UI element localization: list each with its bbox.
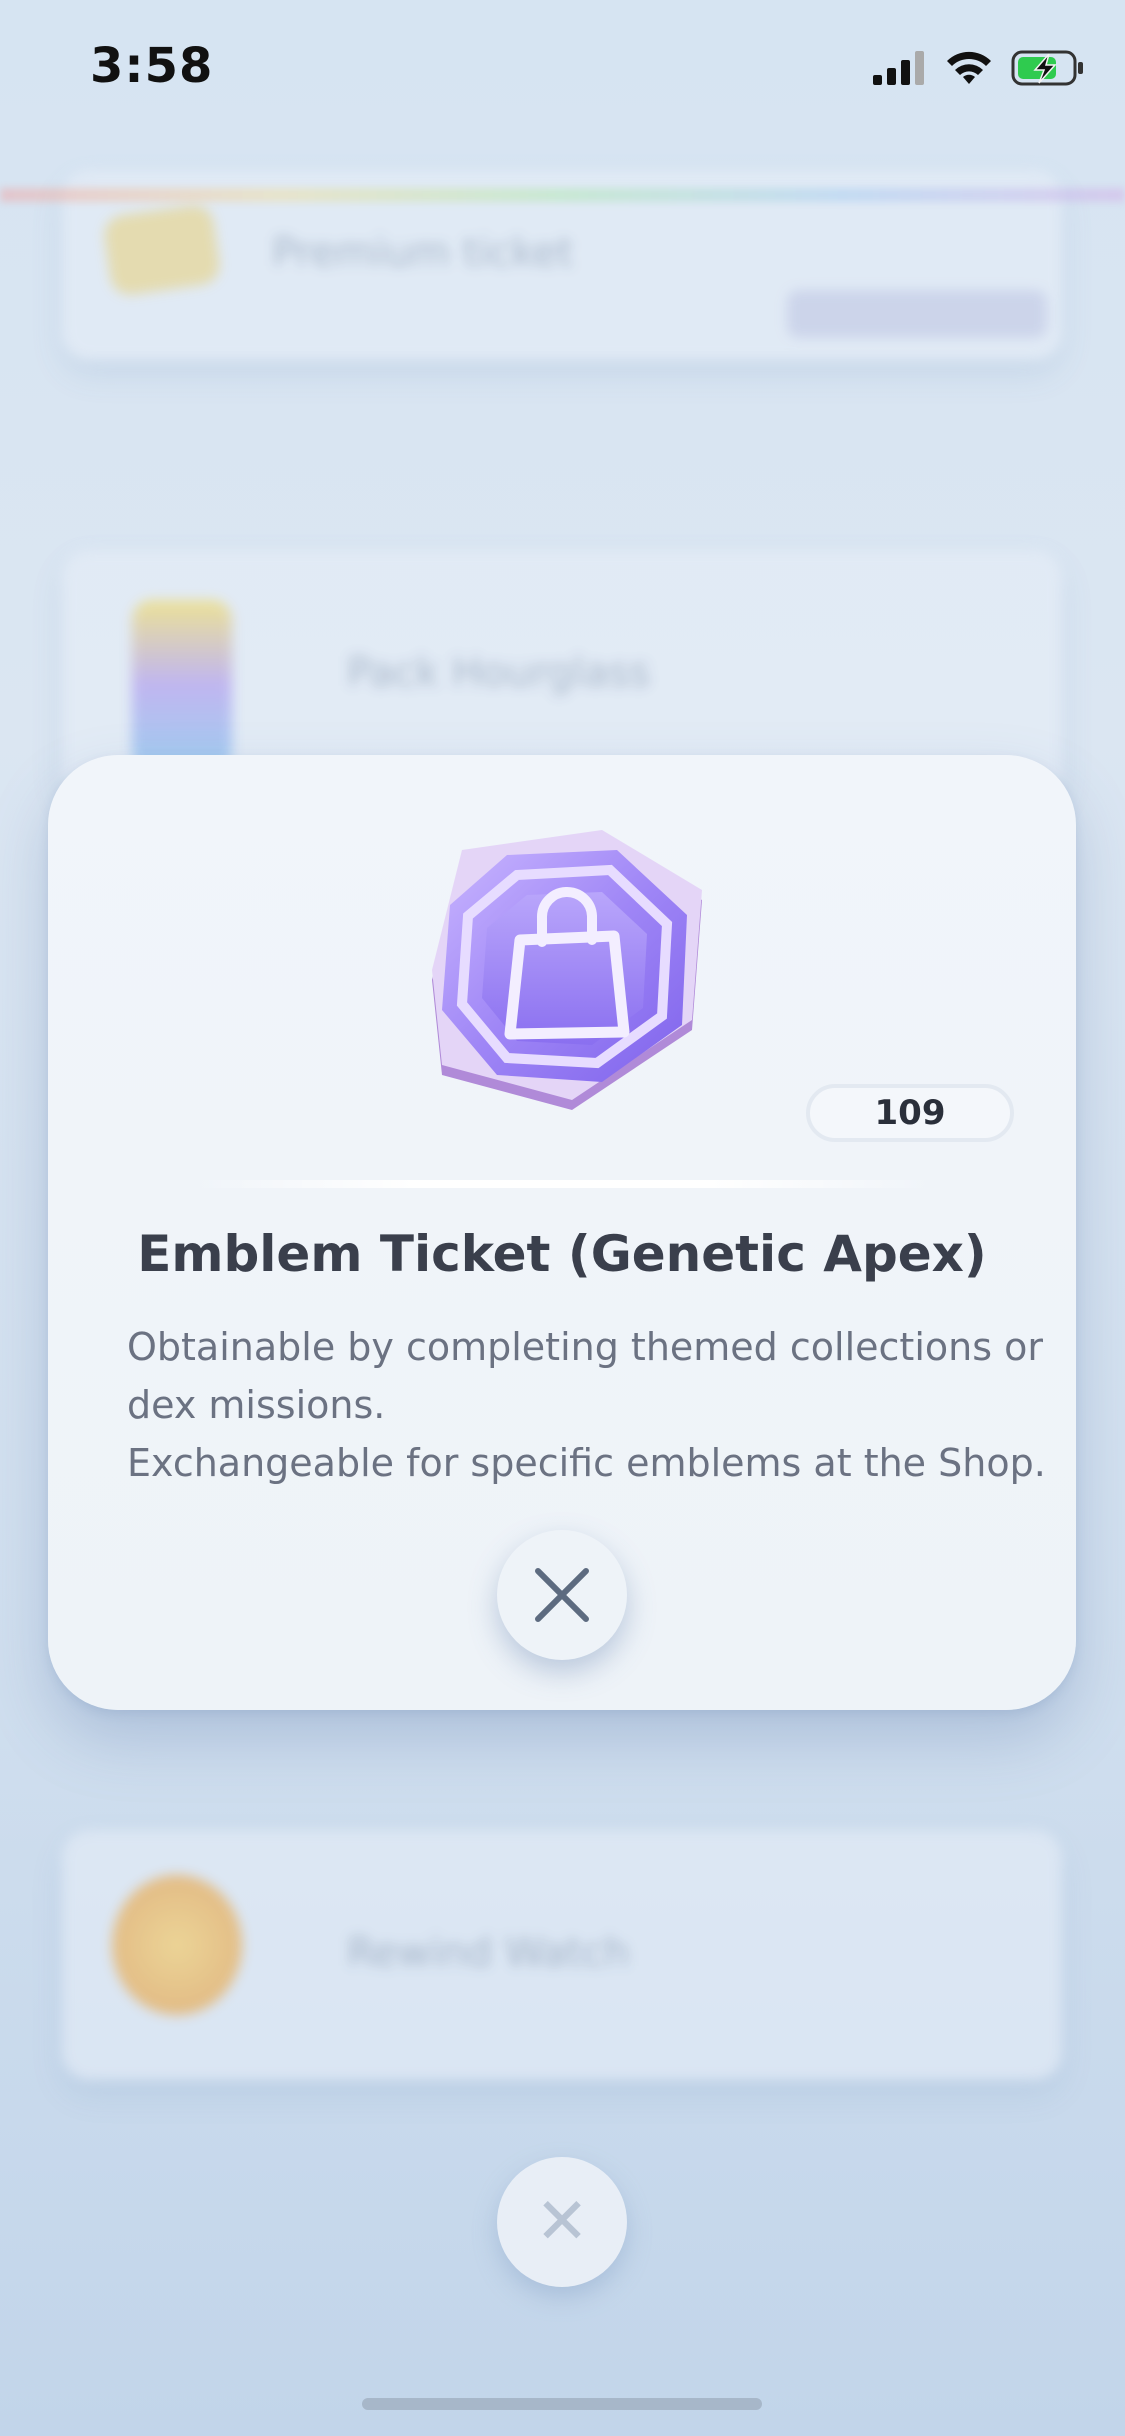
list-item-label: Premium ticket [272,230,574,276]
modal-divider [190,1180,935,1188]
emblem-ticket-shopping-bag-icon [432,830,702,1110]
list-item-label: Rewind Watch [347,1930,630,1976]
status-icons [873,50,1085,86]
premium-ticket-icon [101,202,223,298]
bg-progress-bar [787,290,1047,338]
rewind-watch-icon [112,1875,242,2015]
status-bar: 3:58 [0,0,1125,140]
status-time: 3:58 [90,38,214,94]
list-item-label: Pack Hourglass [347,650,651,696]
wifi-icon [947,51,991,84]
item-count-badge: 109 [806,1084,1014,1142]
header-divider [0,188,1125,202]
item-description: Obtainable by completing themed collecti… [127,1318,1046,1492]
description-line: Obtainable by completing themed collecti… [127,1325,1043,1369]
home-indicator[interactable] [362,2398,762,2410]
close-icon [535,1568,589,1622]
list-item-rewind-watch: Rewind Watch [62,1830,1062,2080]
cellular-signal-icon [873,51,924,85]
description-line: Exchangeable for specific emblems at the… [127,1441,1046,1485]
pack-hourglass-icon [132,600,232,770]
close-button[interactable] [497,1530,627,1660]
item-title: Emblem Ticket (Genetic Apex) [137,1225,987,1283]
background-close-button: ✕ [497,2157,627,2287]
battery-charging-icon [1011,50,1083,86]
description-line: dex missions. [127,1383,386,1427]
